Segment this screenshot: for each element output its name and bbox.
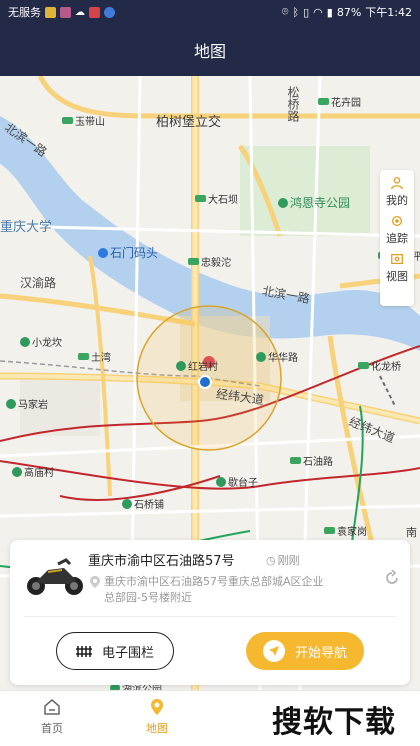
battery-percent: 87%	[336, 5, 362, 19]
map-poi: 石桥铺	[122, 496, 164, 511]
carrier-label: 无服务	[8, 6, 41, 19]
watermark: 搜软下载	[250, 694, 418, 744]
bluetooth-icon: ᛒ	[292, 5, 300, 19]
home-icon	[44, 699, 60, 715]
bus-icon	[324, 527, 335, 534]
clock-icon: ◷	[266, 553, 276, 567]
page-header: 地图	[0, 24, 420, 76]
map-poi: 玉带山	[62, 113, 105, 128]
metro-icon	[176, 360, 186, 371]
map-label: 南	[406, 526, 417, 539]
map-label: 重庆大学	[0, 220, 53, 235]
user-icon	[391, 177, 403, 190]
map-poi: 土湾	[78, 349, 111, 364]
map-controls: 我的 追踪 视图	[380, 170, 414, 306]
cloud-icon: ☁	[75, 6, 85, 18]
map-label: 汉渝路	[20, 276, 57, 290]
vibrate-icon: ▯	[303, 5, 310, 19]
fence-icon	[75, 646, 92, 657]
metro-icon	[122, 498, 132, 509]
location-address: 重庆市渝中区石油路57号	[88, 554, 235, 569]
map-poi: 石油路	[290, 453, 333, 468]
notification-icon	[60, 6, 71, 18]
map-poi: 石门码头	[98, 244, 158, 261]
bus-icon	[290, 457, 301, 464]
map-poi: 大石坝	[195, 191, 238, 206]
map-poi: 歇台子	[216, 474, 258, 489]
bus-icon	[318, 98, 329, 105]
pin-icon	[90, 576, 100, 588]
location-icon: ⌾	[281, 5, 289, 18]
refresh-icon[interactable]	[384, 570, 400, 586]
bus-icon	[78, 353, 89, 360]
tab-home[interactable]: 首页	[22, 697, 82, 736]
divider	[24, 616, 396, 617]
mine-button[interactable]: 我的	[386, 176, 408, 208]
view-icon	[391, 253, 403, 265]
metro-icon	[20, 336, 30, 347]
battery-icon: ▮	[326, 5, 333, 19]
metro-icon	[216, 476, 226, 487]
tab-map[interactable]: 地图	[127, 697, 187, 736]
map-poi: 鸿恩寺公园	[278, 194, 350, 211]
view-button[interactable]: 视图	[386, 252, 408, 284]
notification-icon	[104, 6, 115, 18]
map-poi: 红岩村	[176, 358, 218, 373]
notification-icon	[89, 6, 100, 18]
bus-icon	[195, 195, 206, 202]
clock: 下午1:42	[365, 6, 412, 19]
map-tab-icon	[151, 699, 163, 715]
notification-icon	[45, 6, 56, 18]
bus-icon	[358, 362, 369, 369]
map-poi: 化龙桥	[358, 358, 401, 373]
map-poi: 马家岩	[6, 396, 48, 411]
wifi-icon: ◠	[313, 5, 323, 19]
metro-icon	[256, 351, 266, 362]
map-label: 松桥路	[286, 86, 300, 122]
start-navigation-button[interactable]: 开始导航	[246, 632, 364, 670]
bus-icon	[62, 117, 73, 124]
location-detail: 重庆市渝中区石油路57号重庆总部城A区企业总部园-5号楼附近	[88, 574, 328, 606]
page-title: 地图	[193, 42, 226, 61]
map-poi: 华华路	[256, 349, 298, 364]
map-poi: 忠毅沱	[188, 254, 231, 269]
status-bar: 无服务 ☁ ⌾ ᛒ ▯ ◠ ▮ 87% 下午1:42	[0, 0, 420, 24]
pier-icon	[98, 247, 108, 258]
vehicle-info-card: 重庆市渝中区石油路57号 ◷ 刚刚 重庆市渝中区石油路57号重庆总部城A区企业总…	[10, 540, 410, 685]
park-icon	[278, 197, 288, 208]
map-poi: 花卉园	[318, 94, 361, 109]
scooter-thumbnail	[27, 558, 83, 595]
update-time: ◷ 刚刚	[266, 553, 300, 568]
metro-icon	[6, 398, 16, 409]
map-poi: 袁家岗	[324, 523, 367, 538]
metro-icon	[12, 466, 22, 477]
navigate-icon	[262, 640, 285, 662]
map-poi: 小龙坎	[20, 334, 62, 349]
locate-icon	[391, 215, 403, 227]
map-poi: 高庙村	[12, 464, 54, 479]
geofence-button[interactable]: 电子围栏	[56, 632, 174, 670]
map-label: 柏树堡立交	[156, 115, 222, 130]
bus-icon	[188, 258, 199, 265]
track-button[interactable]: 追踪	[386, 214, 408, 246]
